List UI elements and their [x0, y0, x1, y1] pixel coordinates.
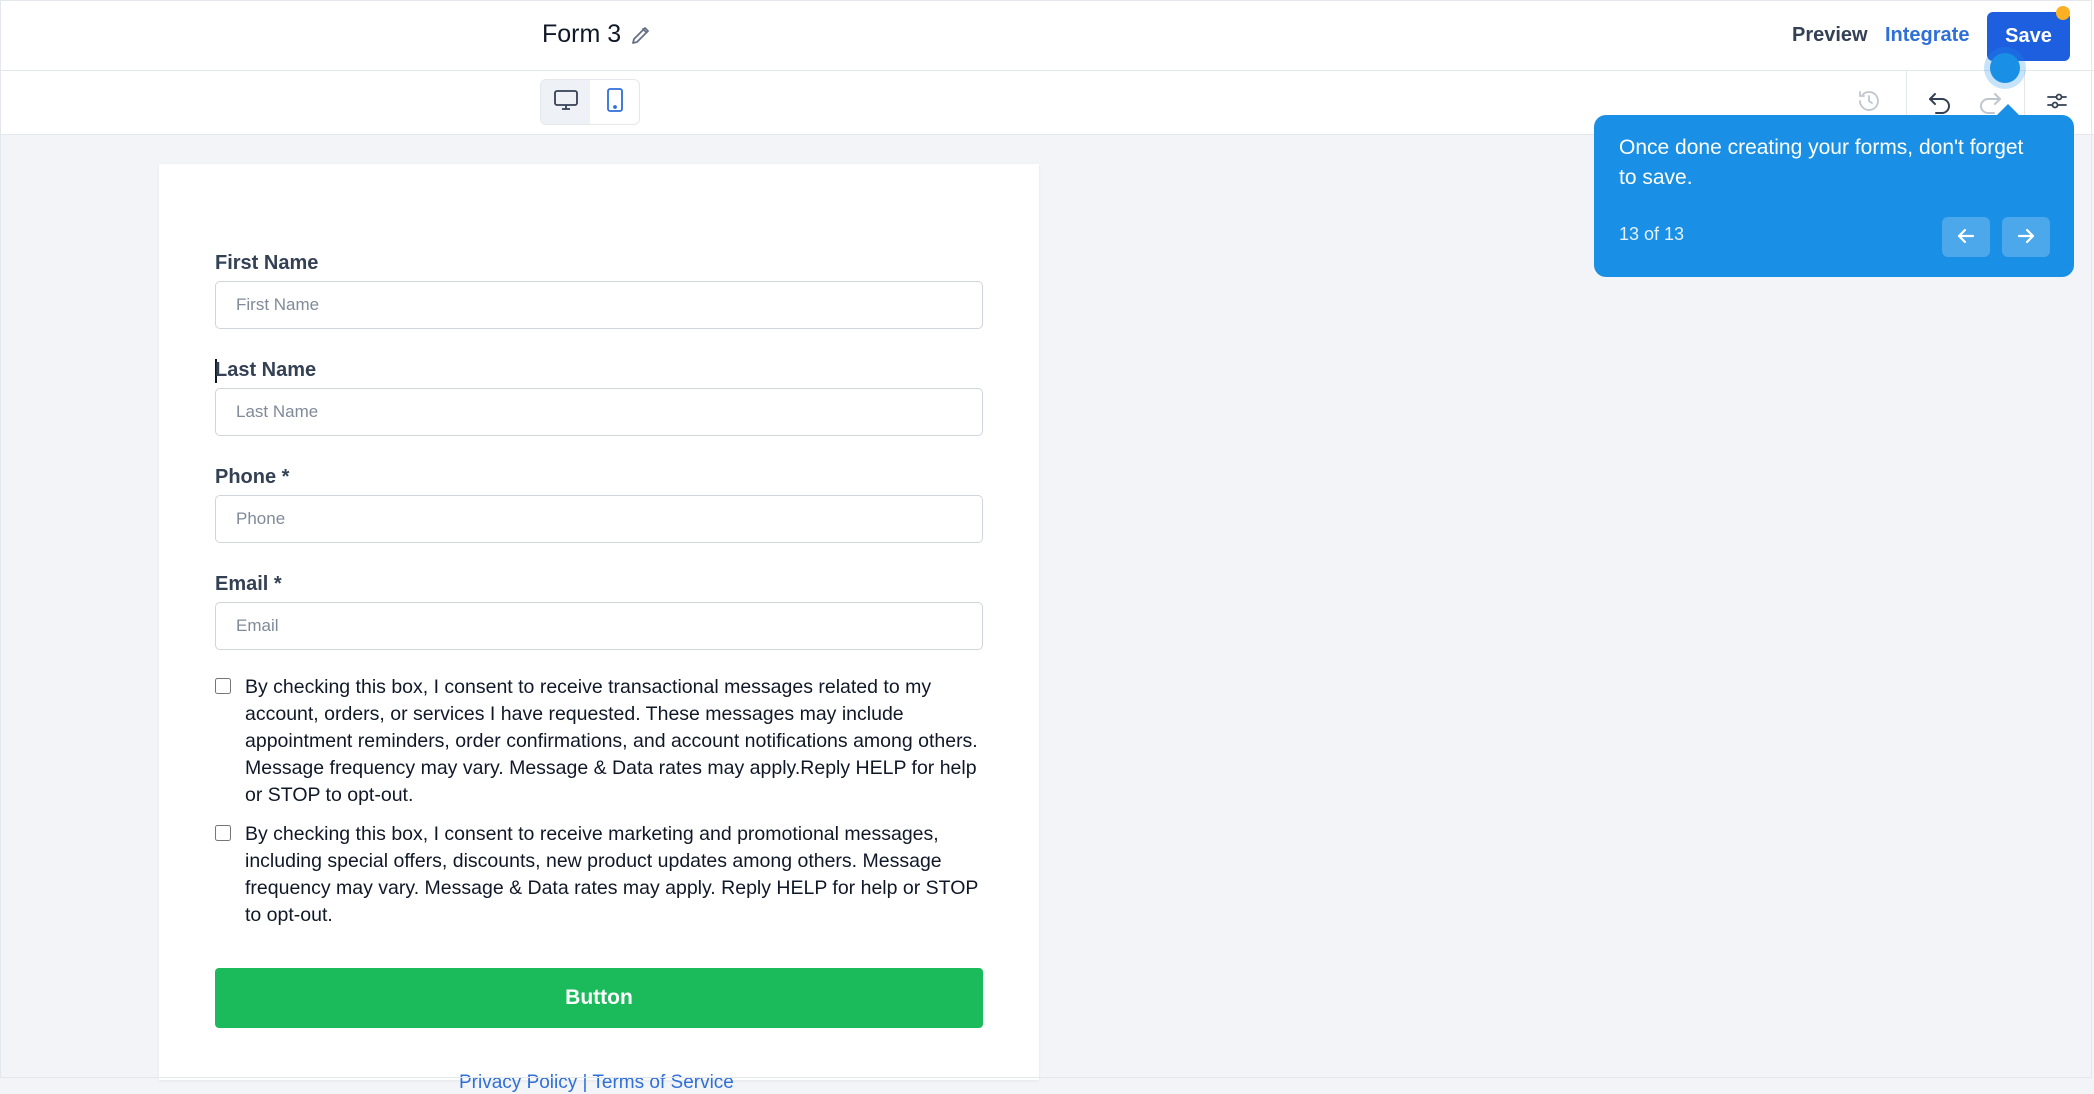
arrow-right-icon	[2015, 225, 2037, 250]
last-name-label: Last Name	[215, 359, 317, 381]
undo-icon[interactable]	[1926, 87, 1954, 115]
form-title: Form 3	[542, 20, 622, 48]
arrow-left-icon	[1955, 225, 1977, 250]
submit-button[interactable]: Button	[215, 968, 983, 1028]
tour-step-counter: 13 of 13	[1619, 224, 1685, 244]
transactional-consent-text: By checking this box, I consent to recei…	[245, 676, 978, 806]
monitor-icon	[553, 88, 579, 117]
mobile-icon	[605, 87, 625, 118]
integrate-link[interactable]: Integrate	[1885, 24, 1969, 47]
phone-input[interactable]	[215, 495, 983, 543]
first-name-input[interactable]	[215, 281, 983, 329]
desktop-view-button[interactable]	[541, 80, 590, 124]
preview-link[interactable]: Preview	[1792, 24, 1868, 47]
top-header: Form 3 Preview Integrate Save	[0, 0, 2094, 71]
privacy-terms-links[interactable]: Privacy Policy | Terms of Service	[459, 1072, 734, 1094]
history-icon[interactable]	[1855, 87, 1883, 115]
tour-prev-button[interactable]	[1942, 217, 1990, 257]
last-name-input[interactable]	[215, 388, 983, 436]
email-label: Email *	[215, 573, 282, 595]
pencil-icon[interactable]	[629, 23, 653, 47]
phone-label: Phone *	[215, 466, 290, 488]
transactional-consent-checkbox[interactable]	[215, 678, 231, 694]
marketing-consent-text: By checking this box, I consent to recei…	[245, 823, 979, 926]
marketing-consent-checkbox[interactable]	[215, 825, 231, 841]
tour-highlight-beacon	[1990, 53, 2020, 83]
email-input[interactable]	[215, 602, 983, 650]
form-title-group[interactable]: Form 3	[542, 20, 653, 49]
first-name-label: First Name	[215, 252, 319, 274]
tour-next-button[interactable]	[2002, 217, 2050, 257]
mobile-view-button[interactable]	[590, 80, 639, 124]
tour-tooltip: Once done creating your forms, don't for…	[1594, 115, 2074, 277]
device-toggle	[540, 79, 640, 125]
form-canvas: First Name Last Name Phone * Email * By …	[159, 164, 1039, 1093]
notification-dot	[2056, 6, 2070, 20]
tour-message: Once done creating your forms, don't for…	[1619, 136, 2024, 189]
sliders-icon[interactable]	[2043, 87, 2071, 115]
transactional-consent: By checking this box, I consent to recei…	[215, 674, 995, 809]
marketing-consent: By checking this box, I consent to recei…	[215, 821, 995, 929]
